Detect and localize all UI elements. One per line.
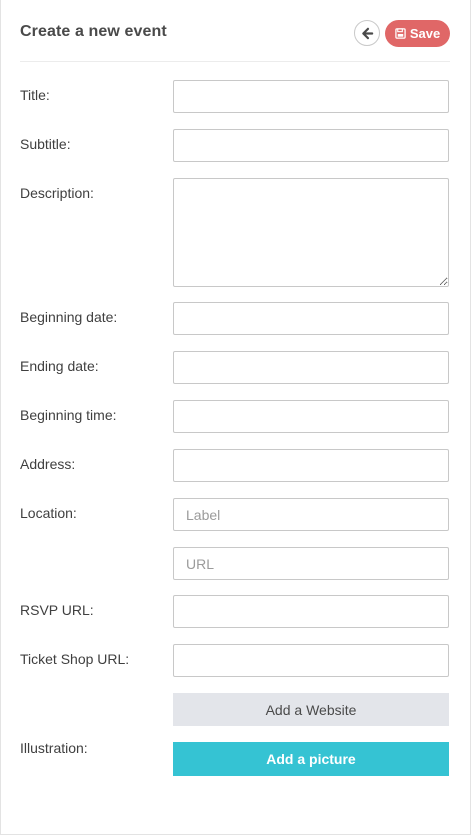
- back-button[interactable]: [354, 20, 380, 46]
- ending-date-label: Ending date:: [20, 358, 99, 374]
- illustration-label: Illustration:: [20, 740, 88, 756]
- rsvp-url-label: RSVP URL:: [20, 602, 94, 618]
- beginning-date-label: Beginning date:: [20, 309, 118, 325]
- ending-date-input[interactable]: [173, 351, 449, 384]
- floppy-disk-icon: [395, 28, 406, 39]
- title-label: Title:: [20, 87, 50, 103]
- rsvp-url-input[interactable]: [173, 595, 449, 628]
- page-title: Create a new event: [20, 23, 167, 40]
- beginning-time-label: Beginning time:: [20, 407, 117, 423]
- description-label: Description:: [20, 185, 94, 201]
- description-textarea[interactable]: [173, 178, 449, 287]
- save-button-label: Save: [409, 26, 441, 41]
- ticket-shop-url-label: Ticket Shop URL:: [20, 651, 130, 667]
- header-divider: [20, 61, 450, 62]
- add-picture-button[interactable]: Add a picture: [173, 742, 449, 776]
- add-website-button[interactable]: Add a Website: [173, 693, 449, 726]
- save-button[interactable]: Save: [385, 20, 450, 47]
- address-input[interactable]: [173, 449, 449, 482]
- beginning-time-input[interactable]: [173, 400, 449, 433]
- location-url-input[interactable]: [173, 547, 449, 580]
- subtitle-label: Subtitle:: [20, 136, 71, 152]
- location-label-input[interactable]: [173, 498, 449, 531]
- subtitle-input[interactable]: [173, 129, 449, 162]
- arrow-left-icon: [361, 27, 374, 40]
- title-input[interactable]: [173, 80, 449, 113]
- beginning-date-input[interactable]: [173, 302, 449, 335]
- location-label: Location:: [20, 505, 77, 521]
- ticket-shop-url-input[interactable]: [173, 644, 449, 677]
- address-label: Address:: [20, 456, 76, 472]
- page-header: Create a new event Save: [20, 18, 450, 48]
